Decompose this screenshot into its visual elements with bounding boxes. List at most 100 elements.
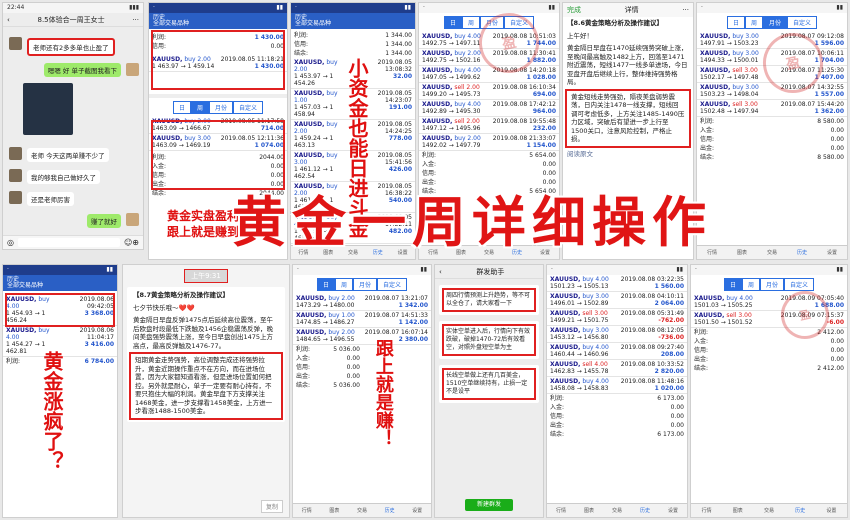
trade-row[interactable]: XAUUSD, buy 4.00 1497.05 → 1499.62 2019.08… [419,66,559,83]
trade-row[interactable]: XAUUSD, buy 3.00 1453.12 → 1456.80 2019.08… [547,326,687,343]
paragraph: 黄金隔日早盘在1470延续强势突破上涨，至晚间最高触及1482上方，回落至147… [567,44,688,86]
trade-row[interactable]: XAUUSD, buy 3.00 1503.23 → 1498.04 2019.08… [697,83,847,100]
broadcast-message: 周四行情预测上升趋势，等不可以全仓了，请大家看一下 [442,288,536,312]
chat-message: 老师 今天这两单赚不少了 [27,148,109,162]
avatar[interactable] [9,147,22,160]
avatar[interactable] [9,191,22,204]
nav-trade[interactable]: 交易 [767,249,777,256]
battery-icon: ▮▮▮ [129,4,139,11]
trade-row[interactable]: XAUUSD, buy 4.00 1501.23 → 1505.13 2019.08… [547,275,687,292]
chat-message: 老师还有2多多单也止盈了 [27,38,115,56]
trade-row[interactable]: XAUUSD, sell 2.00 1499.20 → 1495.73 2019.0… [419,83,559,100]
message-input[interactable] [17,238,120,247]
tab-month[interactable]: 月份 [209,101,234,114]
nav-trade[interactable]: 交易 [612,507,622,514]
nav-chart[interactable]: 图表 [329,507,339,514]
nav-trade[interactable]: 交易 [357,507,367,514]
greeting: 上午好！ [567,31,593,40]
nav-settings[interactable]: 设置 [826,507,836,514]
summary-block: 利润: 5 036.00 入金: 0.00 信用: 0.00 出金: 0.00 结余: 5… [296,346,360,389]
status-bar: · ▮▮ [149,3,287,13]
strategy-panel-2: 上午9:31 【8.7黄金策略分析及操作建议】 七夕节快乐哦～❤️❤️ 黄金隔日… [122,264,290,518]
done-button[interactable]: 完成 [567,5,581,15]
more-icon[interactable]: ··· [682,6,689,14]
tab-custom[interactable]: 自定义 [233,101,264,114]
chat-message: 还是老师厉害 [27,192,74,206]
bottom-nav: 行情 图表 交易 历史 设置 [547,503,687,517]
avatar[interactable] [9,37,22,50]
copy-button[interactable]: 复制 [260,500,283,513]
trade-row[interactable]: XAUUSD, sell 4.00 1462.83 → 1455.78 2019.0… [547,360,687,377]
trade-row[interactable]: XAUUSD, buy 2.00 1492.02 → 1497.79 2019.08… [419,134,559,151]
trade-panel-12: · ▮▮ 日 周 月份 自定义 XAUUSD, buy 4.00 1501.03 →… [690,264,848,518]
summary-block: 利润: 6 173.00 入金: 0.00 信用: 0.00 出金: 0.00 结余: 6… [550,395,684,438]
paragraph: 黄金隔日早盘反弹1475点后延续高位震荡，至午后欧盘时段最低下跌触及1456企稳… [133,316,274,350]
tab-day[interactable]: 日 [726,16,745,29]
tab-custom[interactable]: 自定义 [784,278,815,291]
tab-month[interactable]: 月份 [760,278,785,291]
summary-block: 利润: 8 580.00 入金: 0.00 信用: 0.00 出金: 0.00 结余: 8… [700,118,844,161]
nav-quotes[interactable]: 行情 [302,507,312,514]
tab-day[interactable]: 日 [172,101,191,114]
trade-row[interactable]: XAUUSD, sell 3.00 1502.48 → 1497.94 2019.0… [697,100,847,117]
tab-week[interactable]: 周 [741,278,760,291]
paragraph-highlight: 短期黄金走势强势，高位调整完成还将强势拉升，黄金近期操作重点不在方向，而在进场位… [135,356,273,415]
nav-chart[interactable]: 图表 [737,249,747,256]
status-time: 22:44 [7,4,25,11]
nav-chart[interactable]: 图表 [733,507,743,514]
screenshot-thumbnail[interactable] [23,83,73,135]
avatar[interactable] [126,213,139,226]
trade-panel-6: · ▮▮ 日 周 月份 自定义 XAUUSD, buy 3.00 1497.91 →… [696,2,848,260]
read-more-link[interactable]: 阅读原文 [563,148,693,161]
tab-custom[interactable]: 自定义 [787,16,818,29]
trade-row[interactable]: XAUUSD, buy 2.00 1473.29 → 1480.00 2019.08… [293,294,431,311]
trade-row[interactable]: XAUUSD, buy 3.00 1496.01 → 1502.89 2019.08… [547,292,687,309]
add-icon[interactable]: ⊕ [132,238,139,247]
trade-row[interactable]: XAUUSD, buy 2.00 1484.65 → 1496.55 2019.08… [293,328,431,345]
chat-message: 嗯嗯 好 单子截图我看下 [43,63,121,77]
highlight-box [151,30,285,90]
tab-week[interactable]: 周 [744,16,763,29]
bottom-nav: 行情 图表 交易 历史 设置 [697,245,847,259]
tab-month[interactable]: 月份 [353,278,378,291]
trade-row[interactable]: XAUUSD, buy 4.00 1458.08 → 1458.83 2019.08… [547,377,687,394]
emoji-icon[interactable]: ☺ [124,238,132,247]
tab-week[interactable]: 周 [461,16,480,29]
broadcast-message: 实体空单进入后，行情向下有效跌破，破掉1470-72后有效看空，对照外盘短空单为… [442,324,536,356]
page-title: 群发助手 [476,267,505,276]
avatar[interactable] [9,169,22,182]
trade-row[interactable]: XAUUSD, sell 2.00 1497.12 → 1495.96 2019.0… [419,117,559,134]
tab-week[interactable]: 周 [190,101,209,114]
nav-settings[interactable]: 设置 [827,249,837,256]
nav-trade[interactable]: 交易 [764,507,774,514]
nav-settings[interactable]: 设置 [412,507,422,514]
highlight-box [5,293,115,327]
tab-month[interactable]: 月份 [763,16,788,29]
chat-input-bar: ◎ ☺ ⊕ [3,235,143,249]
back-icon[interactable]: ‹ [439,268,442,276]
trade-row[interactable]: XAUUSD, buy 4.00 1460.44 → 1460.96 2019.08… [547,343,687,360]
page-title: 详情 [624,6,639,14]
nav-quotes[interactable]: 行情 [702,507,712,514]
trade-row[interactable]: XAUUSD, sell 3.00 1499.21 → 1501.75 2019.0… [547,309,687,326]
nav-chart[interactable]: 图表 [584,507,594,514]
tab-day[interactable]: 日 [723,278,742,291]
trade-row[interactable]: XAUUSD, buy 1.00 1474.85 → 1486.27 2019.08… [293,311,431,328]
tab-week[interactable]: 周 [334,278,353,291]
voice-icon[interactable]: ◎ [7,238,14,247]
more-icon[interactable]: ··· [132,16,139,24]
bottom-nav: 行情 图表 交易 历史 设置 [691,503,847,517]
tab-day[interactable]: 日 [316,278,335,291]
nav-history[interactable]: 历史 [795,507,805,514]
avatar[interactable] [126,63,139,76]
trade-row[interactable]: XAUUSD, buy 4.00 1492.89 → 1495.30 2019.08… [419,100,559,117]
nav-quotes[interactable]: 行情 [556,507,566,514]
broadcast-message: 长线空单做上还有几百美金，1510空单继续持有，止损一定不是设平 [442,368,536,400]
tab-custom[interactable]: 自定义 [377,278,408,291]
nav-history[interactable]: 历史 [640,507,650,514]
nav-history[interactable]: 历史 [385,507,395,514]
tab-day[interactable]: 日 [443,16,462,29]
new-broadcast-button[interactable]: 新建群发 [465,499,513,511]
nav-settings[interactable]: 设置 [668,507,678,514]
nav-history[interactable]: 历史 [797,249,807,256]
